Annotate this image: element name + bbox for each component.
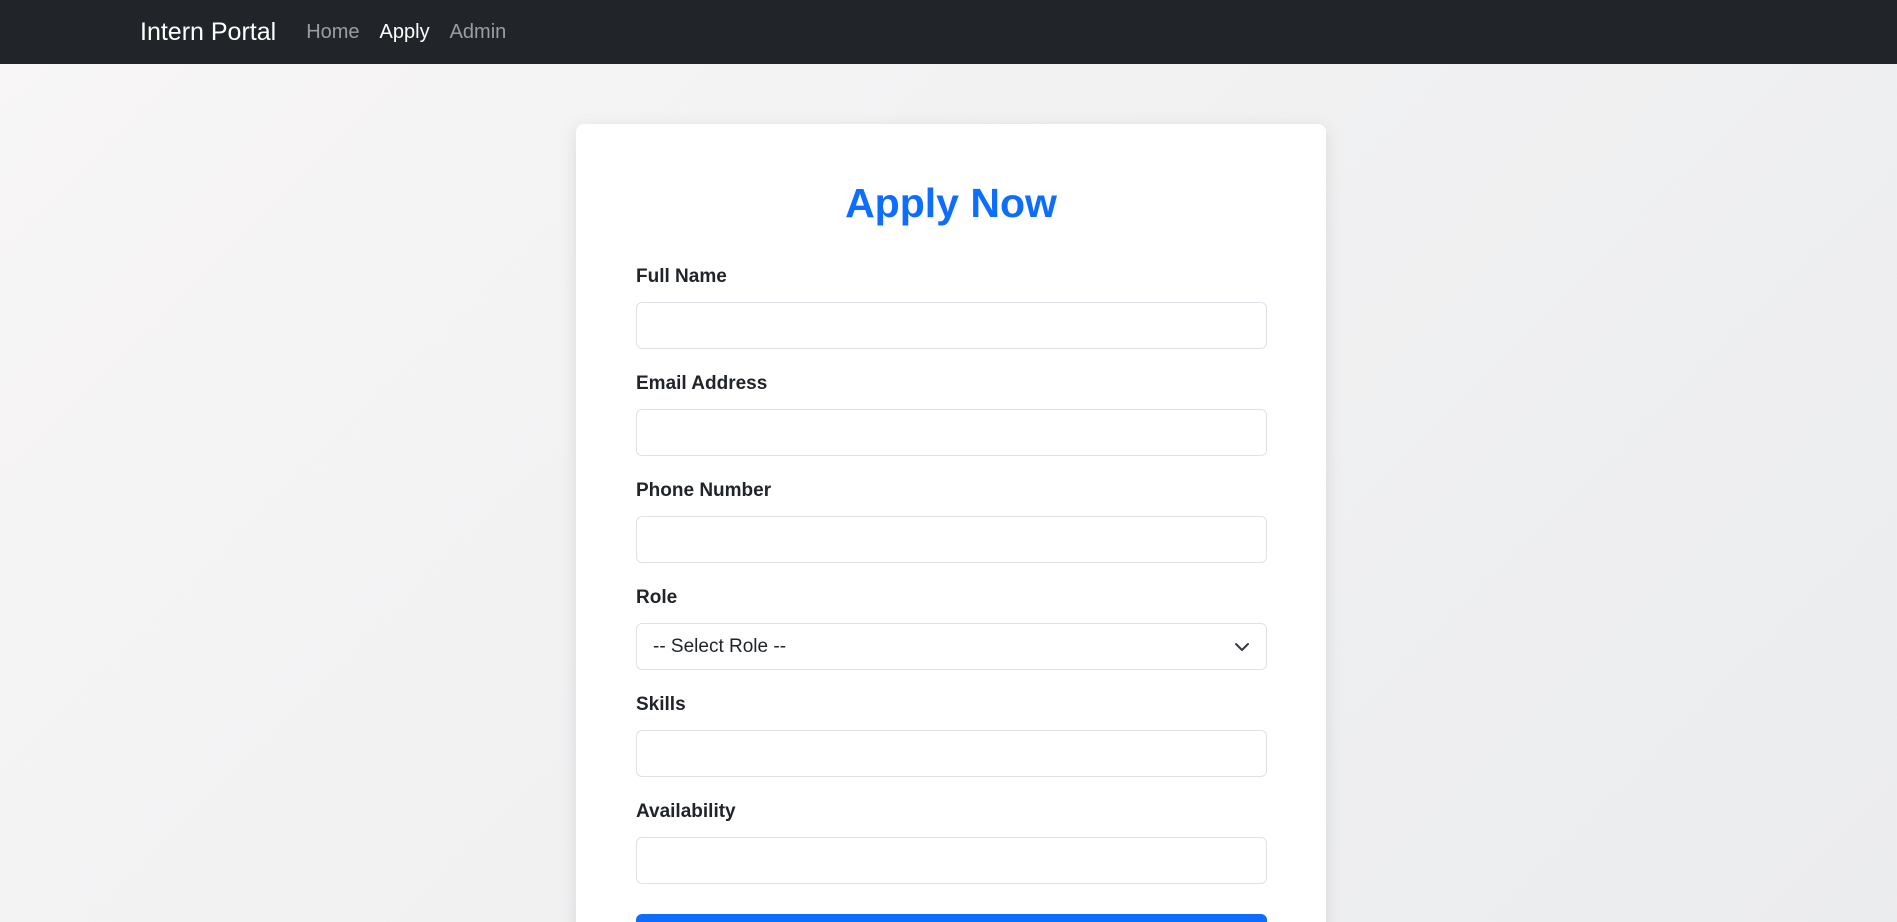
submit-button[interactable] xyxy=(636,914,1267,922)
email-input[interactable] xyxy=(636,409,1267,456)
email-label: Email Address xyxy=(636,373,768,394)
nav-link-home[interactable]: Home xyxy=(306,21,359,44)
form-title: Apply Now xyxy=(845,180,1057,226)
role-select[interactable]: -- Select Role -- xyxy=(636,623,1267,670)
role-select-value: -- Select Role -- xyxy=(653,635,787,657)
skills-label: Skills xyxy=(636,694,686,715)
chevron-down-icon xyxy=(1235,642,1249,651)
application-form-card: Apply Now Full Name Email Address Phone … xyxy=(576,124,1326,922)
availability-input[interactable] xyxy=(636,837,1267,884)
phone-label: Phone Number xyxy=(636,480,772,501)
role-label: Role xyxy=(636,587,678,608)
skills-input[interactable] xyxy=(636,730,1267,777)
availability-label: Availability xyxy=(636,801,736,822)
top-navbar: Intern Portal Home Apply Admin xyxy=(0,0,1897,64)
nav-links: Home Apply Admin xyxy=(306,21,526,44)
full-name-input[interactable] xyxy=(636,302,1267,349)
brand-link[interactable]: Intern Portal xyxy=(140,18,276,47)
nav-link-apply[interactable]: Apply xyxy=(380,21,430,44)
full-name-label: Full Name xyxy=(636,266,727,287)
nav-link-admin[interactable]: Admin xyxy=(450,21,507,44)
phone-input[interactable] xyxy=(636,516,1267,563)
